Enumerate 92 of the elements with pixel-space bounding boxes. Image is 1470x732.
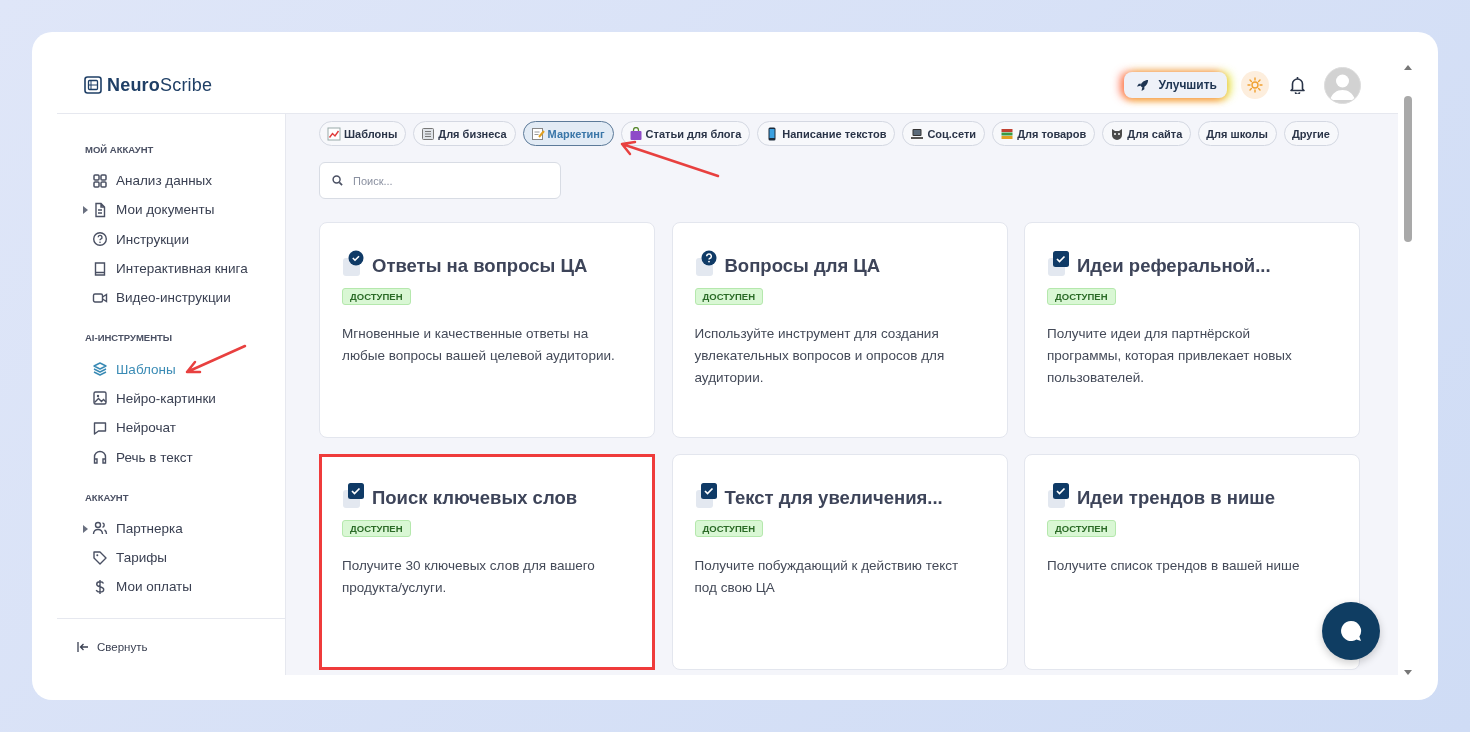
sidebar-item[interactable]: Тарифы (85, 542, 173, 573)
question-badge-icon (694, 250, 719, 278)
chart-icon (327, 126, 341, 141)
checkbox-icon (694, 482, 719, 510)
card-description: Используйте инструмент для создания увлекательных вопросов и опросов для аудитории. (694, 325, 946, 387)
chat-bubble-icon (1339, 619, 1363, 643)
search-icon (332, 175, 343, 186)
category-chip[interactable]: Маркетинг (522, 121, 614, 146)
sidebar-item[interactable]: Партнерка (85, 513, 189, 543)
notifications-button[interactable] (1289, 76, 1306, 94)
sidebar-item[interactable]: Мои оплаты (85, 572, 198, 602)
category-chip[interactable]: Статьи для блога (620, 121, 751, 146)
collapse-icon (77, 642, 89, 652)
status-badge: ДОСТУПЕН (1047, 288, 1116, 305)
checkbox-icon (1047, 250, 1071, 278)
users-icon (92, 520, 108, 537)
sidebar-item[interactable]: Речь в текст (85, 442, 199, 472)
card-description: Получите 30 ключевых слов для вашего продукта/услуги. (342, 557, 596, 597)
upgrade-button[interactable]: Улучшить (1123, 72, 1227, 98)
bell-icon (1289, 76, 1306, 94)
grid-icon (92, 172, 108, 189)
caret-icon (83, 206, 88, 215)
status-badge: ДОСТУПЕН (342, 288, 411, 305)
caret-icon (83, 524, 88, 533)
collapse-button[interactable]: Свернуть (77, 641, 148, 653)
template-card[interactable]: Вопросы для ЦА ДОСТУПЕН Используйте инструмент для создания увлекательных вопросов и опросов для аудитории. (671, 222, 1008, 438)
headphones-icon (92, 449, 108, 465)
template-card[interactable]: Поиск ключевых слов ДОСТУПЕН Получите 30 ключевых слов для вашего продукта/услуги. (319, 454, 655, 670)
sidebar-item[interactable]: Анализ данных (85, 166, 219, 196)
category-chip[interactable]: Для товаров (992, 121, 1096, 146)
category-chip[interactable]: Написание текстов (757, 121, 896, 146)
laptop-icon (910, 126, 925, 141)
category-chip[interactable]: Для сайта (1102, 121, 1192, 146)
status-badge: ДОСТУПЕН (342, 520, 411, 537)
search-input[interactable]: Поиск... (351, 173, 548, 188)
category-chip[interactable]: Другие (1283, 121, 1339, 146)
template-card[interactable]: Ответы на вопросы ЦА ДОСТУПЕН Мгновенные и качественные ответы на любые вопросы вашей целевой аудитории. (319, 222, 655, 438)
status-badge: ДОСТУПЕН (694, 288, 764, 305)
books-icon (1000, 126, 1015, 141)
card-description: Мгновенные и качественные ответы на любые вопросы вашей целевой аудитории. (342, 325, 616, 365)
card-title: Поиск ключевых слов (372, 486, 578, 510)
search-field[interactable]: Поиск... (319, 162, 561, 199)
document-icon (92, 201, 108, 218)
cat-face-icon (1110, 126, 1125, 141)
template-card[interactable]: Идеи трендов в нише ДОСТУПЕН Получите список трендов в вашей нише (1024, 454, 1360, 670)
tag-icon (92, 549, 108, 566)
card-description: Получите список трендов в вашей нише (1047, 557, 1301, 575)
chat-bubble-icon (92, 419, 108, 436)
card-title: Идеи трендов в нише (1077, 486, 1275, 510)
layers-icon (92, 361, 108, 378)
book-icon (92, 260, 108, 277)
checkbox-icon (342, 482, 366, 510)
scrollbar-thumb[interactable] (1403, 96, 1412, 242)
sun-icon (1247, 77, 1263, 93)
card-title: Идеи реферальной... (1077, 254, 1271, 278)
chat-button[interactable] (1322, 602, 1380, 660)
category-chip[interactable]: Соц.сети (902, 121, 986, 146)
memo-icon (530, 126, 545, 141)
sidebar-item[interactable]: Инструкции (85, 224, 195, 254)
category-chip[interactable]: Для школы (1198, 121, 1277, 146)
image-icon (92, 390, 108, 407)
sidebar-item[interactable]: Нейро-картинки (85, 383, 222, 414)
sidebar-item[interactable]: Нейрочат (85, 413, 182, 443)
scroll-up-icon[interactable] (1403, 65, 1412, 70)
question-circle-icon (92, 231, 108, 248)
notebook-icon (421, 126, 436, 141)
scroll-down-icon[interactable] (1403, 670, 1412, 675)
sidebar-item[interactable]: Шаблоны (85, 354, 182, 384)
card-title: Ответы на вопросы ЦА (372, 254, 588, 278)
logo-icon (84, 76, 102, 94)
rocket-icon (1135, 78, 1149, 92)
checkbox-icon (1047, 482, 1071, 510)
card-title: Вопросы для ЦА (724, 254, 881, 278)
section-label: МОЙ АККАУНТ (85, 144, 155, 155)
sidebar-item[interactable]: Мои документы (85, 195, 221, 225)
sidebar-item[interactable]: Видео-инструкции (85, 283, 237, 313)
logo-text: NeuroScribe (107, 74, 213, 96)
card-title: Текст для увеличения... (724, 486, 943, 510)
sidebar-item[interactable]: Интерактивная книга (85, 253, 254, 284)
section-label: АККАУНТ (85, 491, 130, 503)
card-description: Получите идеи для партнёрской программы, которая привлекает новых пользователей. (1047, 325, 1293, 387)
theme-toggle-button[interactable] (1241, 71, 1269, 99)
check-badge-icon (342, 250, 366, 278)
section-label: AI-ИНСТРУМЕНТЫ (85, 332, 174, 344)
template-card[interactable]: Текст для увеличения... ДОСТУПЕН Получите побуждающий к действию текст под свою ЦА (671, 454, 1008, 670)
category-chip[interactable]: Шаблоны (319, 121, 407, 146)
category-chip[interactable]: Для бизнеса (413, 121, 516, 146)
status-badge: ДОСТУПЕН (694, 520, 764, 537)
shopping-bag-icon (628, 126, 643, 141)
status-badge: ДОСТУПЕН (1047, 520, 1116, 537)
card-description: Получите побуждающий к действию текст под свою ЦА (694, 557, 960, 597)
template-card[interactable]: Идеи реферальной... ДОСТУПЕН Получите идеи для партнёрской программы, которая привлекает новых пользователей. (1024, 222, 1360, 438)
